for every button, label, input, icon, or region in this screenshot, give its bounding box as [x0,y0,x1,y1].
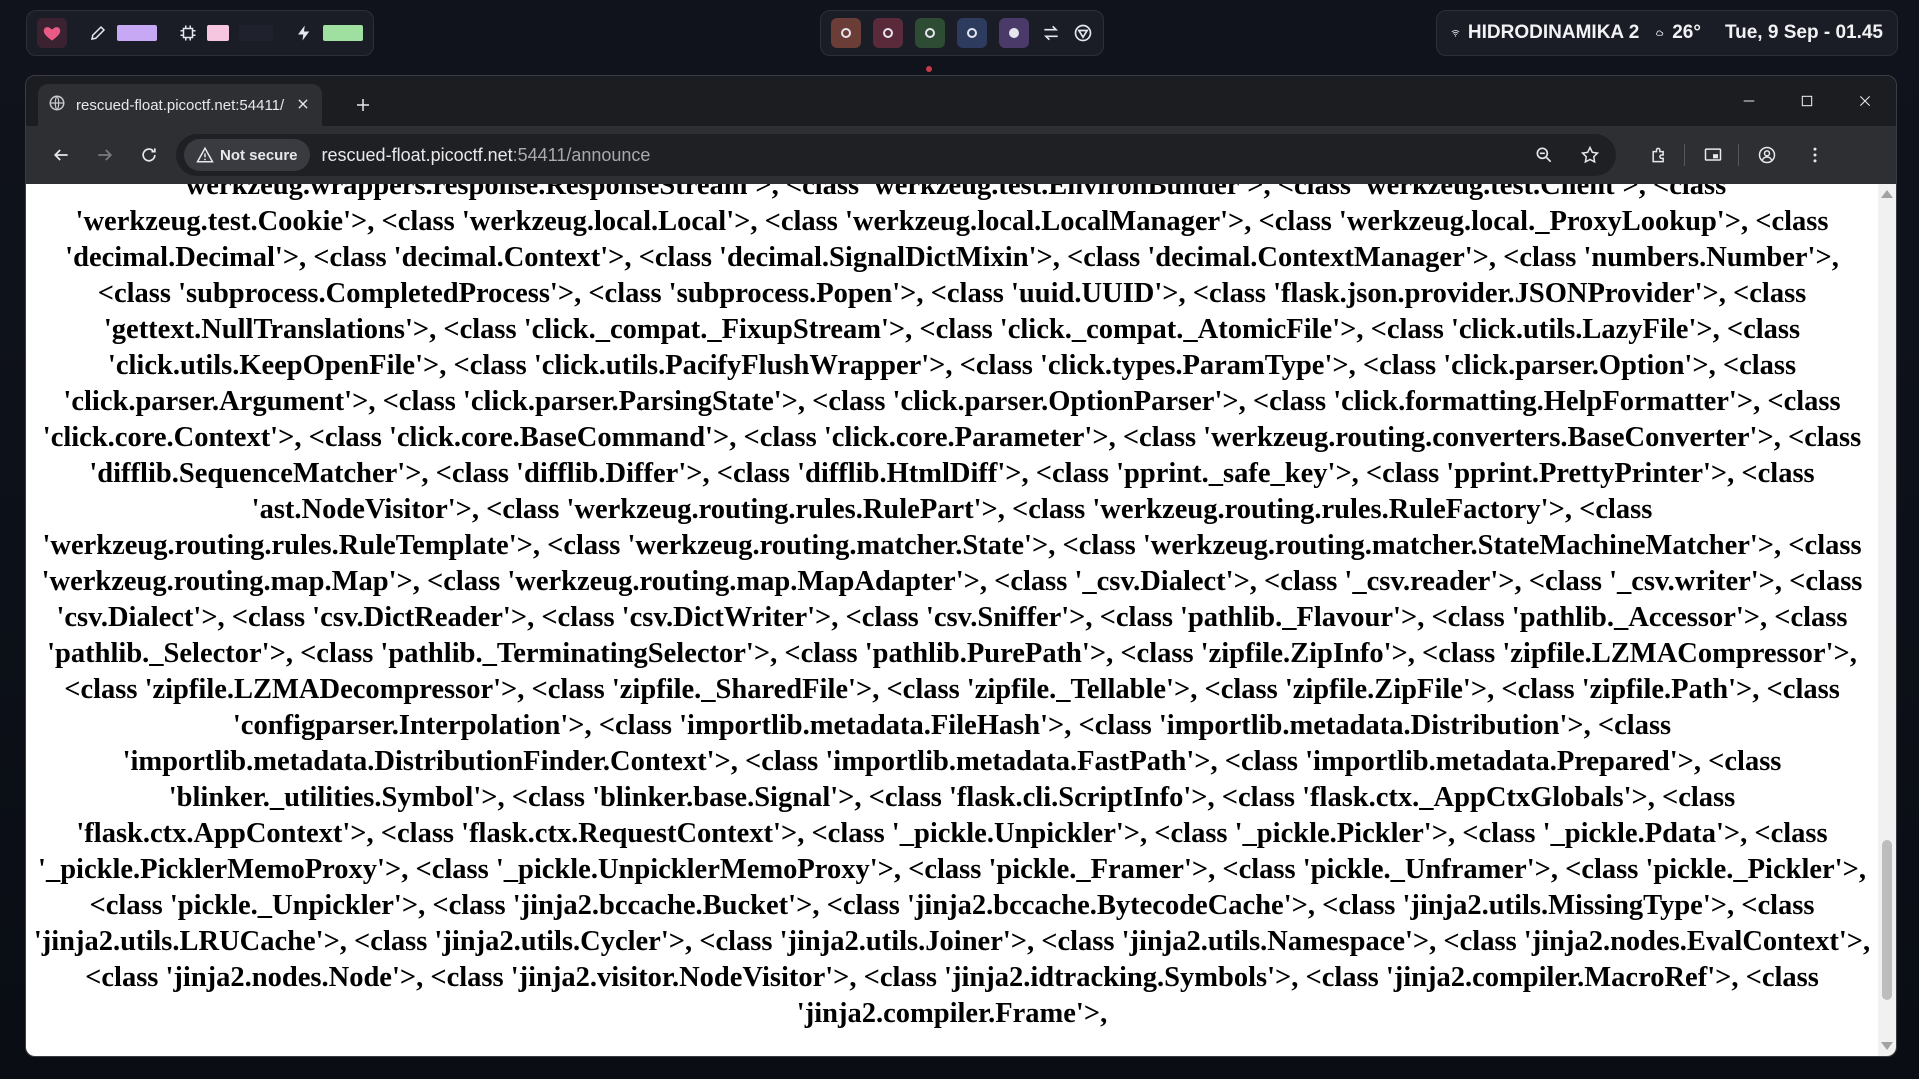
notification-dot [926,66,932,72]
swap-arrows-icon[interactable] [1041,23,1061,43]
globe-icon [48,94,66,116]
workspace-dot-icon [967,28,977,38]
security-label: Not secure [220,146,298,164]
cpu-module[interactable] [179,24,273,42]
workspace-dot-icon [883,28,893,38]
tab-active[interactable]: rescued-float.picoctf.net:54411/ [38,84,322,126]
shield-logo-icon[interactable] [1073,23,1093,43]
cpu-level-track [239,25,273,41]
zoom-button[interactable] [1528,139,1560,171]
workspace-dot-icon [925,28,935,38]
scrollbar-thumb[interactable] [1882,840,1892,1000]
toolbar-divider [1684,144,1685,166]
extensions-button[interactable] [1642,138,1676,172]
tab-strip: rescued-float.picoctf.net:54411/ [26,76,1896,126]
tab-title: rescued-float.picoctf.net:54411/ [76,96,285,114]
browser-window: rescued-float.picoctf.net:54411/ Not sec… [25,75,1897,1057]
pencil-icon [91,25,106,40]
minimize-button[interactable] [1720,76,1778,126]
profile-button[interactable] [1750,138,1784,172]
workspace-4[interactable] [957,18,987,48]
wifi-icon[interactable] [1451,23,1460,43]
reload-icon [142,148,156,162]
workspace-3[interactable] [915,18,945,48]
star-icon [1580,145,1600,164]
cast-icon [1704,148,1722,161]
workspace-5[interactable] [999,18,1029,48]
arrow-right-icon [98,149,113,161]
maximize-button[interactable] [1778,76,1836,126]
system-topbar: HIDRODINAMIKA 2 26° Tue, 9 Sep - 01.45 [0,0,1919,72]
toolbar-divider [1738,144,1739,166]
system-modules-pill [26,10,374,56]
network-name[interactable]: HIDRODINAMIKA 2 [1468,22,1639,44]
workspace-2[interactable] [873,18,903,48]
close-icon [1859,95,1871,107]
workspace-dot-icon [841,28,851,38]
url-path: :54411/announce [512,144,651,165]
workspace-dot-icon [1009,28,1019,38]
cpu-level-bar [207,25,229,41]
more-vert-icon [1813,147,1817,163]
address-bar[interactable]: Not secure rescued-float.picoctf.net:544… [176,134,1616,176]
datetime[interactable]: Tue, 9 Sep - 01.45 [1725,22,1883,44]
url-host: rescued-float.picoctf.net [321,144,513,165]
zoom-icon [1536,147,1552,163]
pencil-module[interactable] [89,24,157,42]
bookmark-button[interactable] [1574,139,1606,171]
url-text[interactable]: rescued-float.picoctf.net:54411/announce [322,145,651,166]
vertical-scrollbar[interactable] [1878,184,1896,1056]
site-info-chip[interactable]: Not secure [184,139,310,171]
scroll-down-icon[interactable] [1881,1042,1893,1050]
close-window-button[interactable] [1836,76,1894,126]
page-content-text: 'werkzeug.wrappers.response.ResponseStre… [33,184,1871,1029]
close-tab-icon[interactable] [296,96,310,115]
temperature: 26° [1672,22,1701,43]
back-button[interactable] [44,138,78,172]
forward-button[interactable] [88,138,122,172]
page-viewport: 'werkzeug.wrappers.response.ResponseStre… [26,184,1878,1056]
browser-toolbar: Not secure rescued-float.picoctf.net:544… [26,126,1896,184]
warning-triangle-icon [196,146,214,163]
maximize-icon [1801,95,1813,107]
lightning-icon [298,25,310,41]
media-button[interactable] [1696,138,1730,172]
pencil-level-bar [117,25,157,41]
plus-icon [357,99,369,111]
menu-button[interactable] [1798,138,1832,172]
profile-icon [1758,146,1776,164]
new-tab-button[interactable] [346,88,380,122]
workspace-switcher [820,10,1104,56]
workspace-1[interactable] [831,18,861,48]
power-level-bar [323,25,363,41]
cpu-icon [180,25,196,41]
puzzle-icon [1652,147,1664,163]
reload-button[interactable] [132,138,166,172]
arrow-left-icon [53,149,68,161]
status-pill: HIDRODINAMIKA 2 26° Tue, 9 Sep - 01.45 [1436,10,1898,56]
heart-icon[interactable] [37,18,67,48]
power-module[interactable] [295,24,363,42]
minimize-icon [1743,100,1755,102]
cloud-icon [1656,30,1664,36]
scroll-up-icon[interactable] [1881,190,1893,198]
